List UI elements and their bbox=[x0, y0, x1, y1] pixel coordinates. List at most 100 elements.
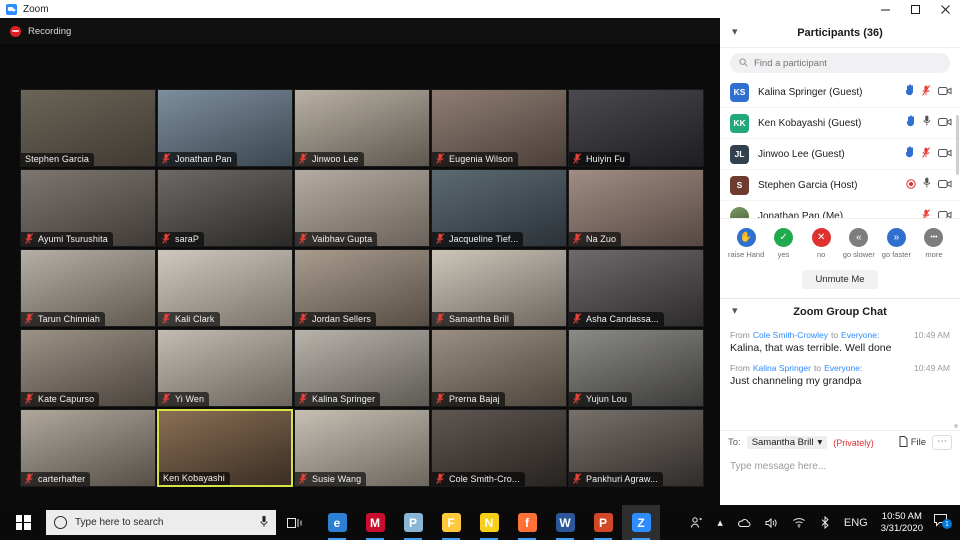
chevron-up-icon[interactable]: ▴ bbox=[710, 516, 730, 529]
minimize-button[interactable] bbox=[870, 0, 900, 18]
video-tile[interactable]: Asha Candassa... bbox=[568, 249, 704, 327]
camera-icon[interactable] bbox=[938, 145, 952, 163]
bluetooth-icon[interactable] bbox=[813, 516, 837, 529]
reaction-yes[interactable]: ✓ yes bbox=[766, 228, 802, 259]
chat-messages[interactable]: From Cole Smith-Crowley to Everyone: 10:49 A… bbox=[720, 324, 960, 430]
taskbar-clock[interactable]: 10:50 AM 3/31/2020 bbox=[875, 511, 929, 535]
chat-sender[interactable]: Cole Smith-Crowley bbox=[753, 330, 828, 340]
video-tile[interactable]: Yujun Lou bbox=[568, 329, 704, 407]
onedrive-icon[interactable] bbox=[730, 518, 758, 528]
chat-recipient[interactable]: Everyone: bbox=[824, 363, 862, 373]
video-tile[interactable]: Prerna Bajaj bbox=[431, 329, 567, 407]
reaction-more[interactable]: ••• more bbox=[916, 228, 952, 259]
volume-icon[interactable] bbox=[758, 517, 785, 529]
video-tile[interactable]: Ayumi Tsurushita bbox=[20, 169, 156, 247]
participant-name-bar: Jinwoo Lee bbox=[295, 152, 364, 166]
participants-scrollbar[interactable] bbox=[956, 115, 959, 175]
camera-icon[interactable] bbox=[938, 207, 952, 218]
muted-microphone-icon bbox=[25, 473, 34, 484]
avatar: JL bbox=[730, 144, 749, 164]
chat-message: From Kalina Springer to Everyone: 10:49 AM Ju… bbox=[730, 363, 950, 387]
taskbar-search[interactable]: Type here to search bbox=[46, 510, 276, 535]
participant-name-bar: Jordan Sellers bbox=[295, 312, 376, 326]
recipient-dropdown[interactable]: Samantha Brill ▾ bbox=[746, 436, 828, 449]
microphone-icon[interactable] bbox=[260, 515, 268, 531]
raised-hand-icon bbox=[905, 83, 915, 101]
participant-row[interactable]: JL Jinwoo Lee (Guest) bbox=[720, 139, 960, 170]
video-tile[interactable]: Pankhuri Agraw... bbox=[568, 409, 704, 487]
start-button[interactable] bbox=[0, 505, 46, 540]
video-tile[interactable]: Jinwoo Lee bbox=[294, 89, 430, 167]
chat-input[interactable]: Type message here... bbox=[720, 454, 960, 479]
participant-row-name: Ken Kobayashi (Guest) bbox=[758, 117, 862, 129]
participant-row-icons bbox=[906, 176, 952, 194]
file-button[interactable]: File bbox=[899, 435, 926, 450]
reaction-raise-hand[interactable]: ✋ raise Hand bbox=[728, 228, 764, 259]
participant-name: Jordan Sellers bbox=[312, 313, 371, 324]
camera-icon[interactable] bbox=[938, 114, 952, 132]
muted-microphone-icon[interactable] bbox=[922, 145, 931, 163]
video-tile[interactable]: Tarun Chinniah bbox=[20, 249, 156, 327]
participant-row-icons bbox=[906, 114, 952, 132]
reaction-no[interactable]: ✕ no bbox=[803, 228, 839, 259]
taskbar-edge-icon[interactable]: e bbox=[318, 505, 356, 540]
taskbar-mcafee-icon[interactable]: M bbox=[356, 505, 394, 540]
wifi-icon[interactable] bbox=[785, 517, 813, 528]
language-indicator[interactable]: ENG bbox=[837, 517, 875, 529]
participant-row[interactable]: KS Kalina Springer (Guest) bbox=[720, 77, 960, 108]
video-tile[interactable]: Na Zuo bbox=[568, 169, 704, 247]
video-tile[interactable]: Samantha Brill bbox=[431, 249, 567, 327]
chat-more-button[interactable]: ⋯ bbox=[932, 435, 952, 450]
people-icon[interactable] bbox=[683, 516, 710, 529]
video-tile[interactable]: Stephen Garcia bbox=[20, 89, 156, 167]
taskbar-sticky-notes-icon[interactable]: N bbox=[470, 505, 508, 540]
muted-microphone-icon[interactable] bbox=[922, 83, 931, 101]
chat-scrollbar[interactable] bbox=[954, 424, 958, 428]
recording-indicator[interactable]: Recording bbox=[0, 18, 720, 44]
chat-sender[interactable]: Kalina Springer bbox=[753, 363, 811, 373]
taskbar-word-icon[interactable]: W bbox=[546, 505, 584, 540]
taskbar-paint-icon[interactable]: P bbox=[394, 505, 432, 540]
close-button[interactable] bbox=[930, 0, 960, 18]
taskbar-explorer-icon[interactable]: F bbox=[432, 505, 470, 540]
microphone-icon[interactable] bbox=[923, 114, 931, 132]
participant-name: Jonathan Pan bbox=[175, 153, 232, 164]
reaction-go-faster[interactable]: » go faster bbox=[878, 228, 914, 259]
unmute-me-button[interactable]: Unmute Me bbox=[802, 270, 878, 289]
video-tile[interactable]: saraP bbox=[157, 169, 293, 247]
video-tile[interactable]: Kalina Springer bbox=[294, 329, 430, 407]
video-tile[interactable]: Kate Capurso bbox=[20, 329, 156, 407]
camera-icon[interactable] bbox=[938, 83, 952, 101]
muted-microphone-icon bbox=[162, 153, 171, 164]
video-tile[interactable]: Huiyin Fu bbox=[568, 89, 704, 167]
video-tile[interactable]: Susie Wang bbox=[294, 409, 430, 487]
video-tile[interactable]: carterhafter bbox=[20, 409, 156, 487]
camera-icon[interactable] bbox=[938, 176, 952, 194]
taskbar-powerpoint-icon[interactable]: P bbox=[584, 505, 622, 540]
task-view-button[interactable] bbox=[276, 505, 314, 540]
participant-row[interactable]: KK Ken Kobayashi (Guest) bbox=[720, 108, 960, 139]
chat-recipient[interactable]: Everyone: bbox=[841, 330, 879, 340]
microphone-icon[interactable] bbox=[923, 176, 931, 194]
video-tile[interactable]: Jordan Sellers bbox=[294, 249, 430, 327]
video-tile[interactable]: Cole Smith-Cro... bbox=[431, 409, 567, 487]
maximize-button[interactable] bbox=[900, 0, 930, 18]
video-tile[interactable]: Eugenia Wilson bbox=[431, 89, 567, 167]
participant-row[interactable]: S Stephen Garcia (Host) bbox=[720, 170, 960, 201]
search-box[interactable] bbox=[730, 53, 950, 73]
taskbar-zoom-icon[interactable]: Z bbox=[622, 505, 660, 540]
participant-row[interactable]: Jonathan Pan (Me) bbox=[720, 201, 960, 218]
notification-icon[interactable]: 1 bbox=[929, 513, 956, 532]
video-tile[interactable]: Jacqueline Tief... bbox=[431, 169, 567, 247]
video-tile[interactable]: Yi Wen bbox=[157, 329, 293, 407]
video-tile[interactable]: Ken Kobayashi bbox=[157, 409, 293, 487]
ellipsis-icon: ••• bbox=[924, 228, 944, 247]
reaction-go-slower[interactable]: « go slower bbox=[841, 228, 877, 259]
video-tile[interactable]: Kali Clark bbox=[157, 249, 293, 327]
taskbar-firefox-icon[interactable]: f bbox=[508, 505, 546, 540]
participants-list[interactable]: KS Kalina Springer (Guest) KK Ken Kobayashi… bbox=[720, 77, 960, 218]
video-tile[interactable]: Vaibhav Gupta bbox=[294, 169, 430, 247]
search-input[interactable] bbox=[754, 57, 941, 69]
video-tile[interactable]: Jonathan Pan bbox=[157, 89, 293, 167]
muted-microphone-icon[interactable] bbox=[922, 207, 931, 218]
